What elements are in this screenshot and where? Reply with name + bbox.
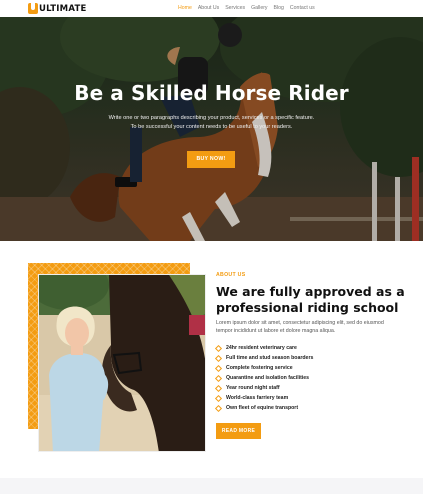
diamond-bullet-icon (214, 394, 223, 402)
next-section-strip (0, 478, 423, 494)
site-header: ULTIMATE Home About Us Services Gallery … (0, 0, 423, 17)
woman-with-horse-image (39, 275, 205, 451)
feature-label: Own fleet of equine transport (226, 405, 299, 411)
logo-mark-icon (28, 3, 38, 14)
feature-item: Quarantine and isolation facilities (214, 373, 313, 383)
section-description: Lorem ipsum dolor sit amet, consectetur … (216, 320, 384, 334)
nav-item-home[interactable]: Home (178, 5, 192, 11)
feature-list: 24hr resident veterinary care Full time … (214, 343, 314, 413)
section-title: We are fully approved as a professional … (216, 284, 405, 315)
feature-label: Full time and stud season boarders (226, 355, 314, 361)
nav-item-blog[interactable]: Blog (274, 5, 284, 11)
hero-description: Write one or two paragraphs describing y… (0, 114, 423, 132)
nav-item-contact-us[interactable]: Contact us (290, 5, 315, 11)
feature-item: Complete fostering service (214, 363, 313, 373)
hero-title: Be a Skilled Horse Rider (74, 81, 349, 105)
nav-item-about-us[interactable]: About Us (198, 5, 219, 11)
feature-item: Own fleet of equine transport (214, 403, 313, 413)
buy-now-button[interactable]: BUY NOW! (187, 151, 235, 168)
feature-label: Year round night staff (226, 385, 280, 391)
read-more-button[interactable]: READ MORE (216, 423, 261, 439)
diamond-bullet-icon (214, 374, 223, 382)
feature-item: Year round night staff (214, 383, 313, 393)
feature-label: Complete fostering service (226, 365, 293, 371)
feature-item: World-class farriery team (214, 393, 313, 403)
feature-label: 24hr resident veterinary care (226, 345, 297, 351)
hero-section: Be a Skilled Horse Rider Write one or tw… (0, 17, 423, 241)
feature-item: 24hr resident veterinary care (214, 343, 313, 353)
brand-logo[interactable]: ULTIMATE (28, 3, 86, 14)
feature-label: Quarantine and isolation facilities (226, 375, 310, 381)
about-photo (38, 274, 206, 452)
diamond-bullet-icon (214, 344, 223, 352)
main-nav: Home About Us Services Gallery Blog Cont… (178, 5, 315, 11)
hero-description-line-2: To be successful your content needs to b… (130, 124, 293, 130)
section-eyebrow: ABOUT US (216, 272, 246, 278)
feature-item: Full time and stud season boarders (214, 353, 314, 363)
nav-item-services[interactable]: Services (225, 5, 245, 11)
diamond-bullet-icon (214, 384, 223, 392)
nav-item-gallery[interactable]: Gallery (251, 5, 267, 11)
brand-name: ULTIMATE (39, 3, 87, 14)
feature-label: World-class farriery team (226, 395, 289, 401)
diamond-bullet-icon (214, 404, 223, 412)
diamond-bullet-icon (214, 354, 223, 362)
hero-description-line-1: Write one or two paragraphs describing y… (108, 115, 315, 121)
diamond-bullet-icon (214, 364, 223, 372)
